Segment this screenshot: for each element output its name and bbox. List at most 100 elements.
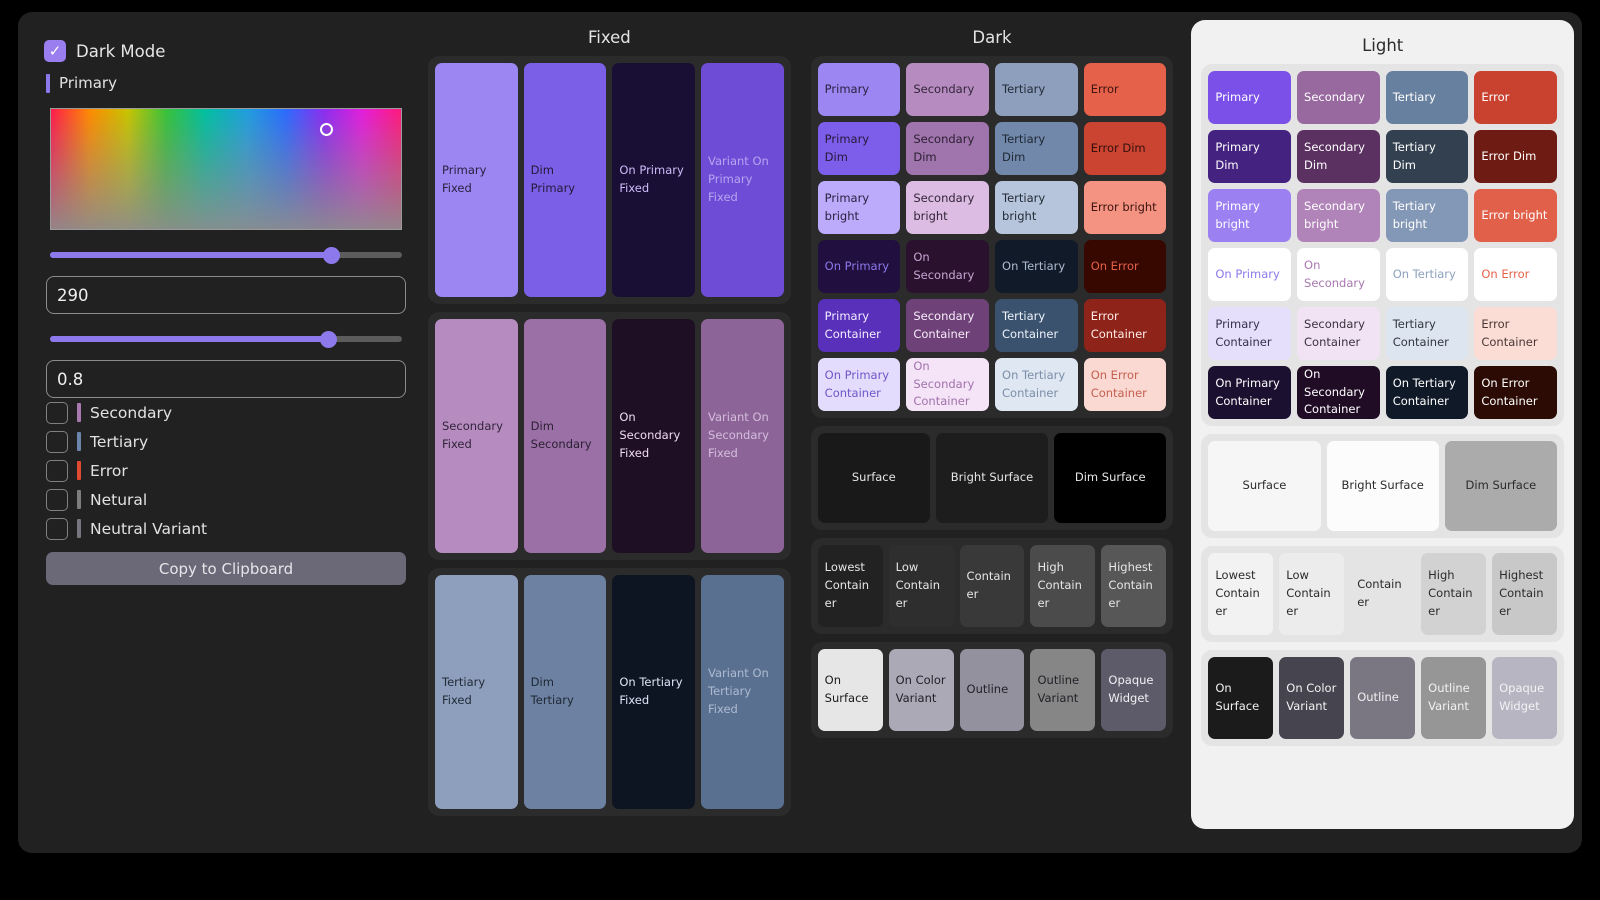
swatch-on-primary-fixed[interactable]: On Primary Fixed <box>612 63 696 297</box>
swatch-on-tertiary-container[interactable]: On Tertiary Container <box>995 358 1078 411</box>
swatch-on-error-container[interactable]: On Error Container <box>1474 366 1558 419</box>
dark-mode-checkbox[interactable]: ✓ <box>44 40 66 62</box>
swatch-on-primary[interactable]: On Primary <box>817 240 901 293</box>
swatch-error-container[interactable]: Error Container <box>1083 299 1167 352</box>
swatch-tertiary-bright[interactable]: Tertiary bright <box>995 181 1078 234</box>
swatch-on-secondary-container[interactable]: On Secondary Container <box>1297 366 1380 419</box>
swatch-container[interactable]: Container <box>959 545 1025 627</box>
swatch-tertiary-fixed[interactable]: Tertiary Fixed <box>435 575 518 809</box>
swatch-tertiary-dim[interactable]: Tertiary Dim <box>995 122 1078 175</box>
swatch-dim-secondary[interactable]: Dim Secondary <box>523 319 607 553</box>
swatch-primary-bright[interactable]: Primary bright <box>817 181 901 234</box>
swatch-error-bright[interactable]: Error bright <box>1083 181 1167 234</box>
swatch-on-surface[interactable]: On Surface <box>817 649 883 731</box>
swatch-dim-tertiary[interactable]: Dim Tertiary <box>523 575 607 809</box>
hue-slider-thumb[interactable] <box>323 247 341 264</box>
swatch-on-tertiary-container[interactable]: On Tertiary Container <box>1385 366 1469 419</box>
swatch-high-container[interactable]: High Container <box>1421 553 1487 635</box>
swatch-on-secondary[interactable]: On Secondary <box>1297 248 1380 301</box>
swatch-lowest-container[interactable]: Lowest Container <box>1208 553 1274 635</box>
swatch-on-error[interactable]: On Error <box>1083 240 1167 293</box>
swatch-on-secondary-fixed[interactable]: On Secondary Fixed <box>612 319 696 553</box>
swatch-on-tertiary-fixed[interactable]: On Tertiary Fixed <box>612 575 696 809</box>
swatch-bright-surface[interactable]: Bright Surface <box>935 433 1049 523</box>
chroma-slider[interactable] <box>50 330 402 348</box>
option-row-secondary[interactable]: Secondary <box>46 398 406 427</box>
swatch-secondary-bright[interactable]: Secondary bright <box>1297 189 1380 242</box>
swatch-secondary-dim[interactable]: Secondary Dim <box>906 122 990 175</box>
swatch-primary-bright[interactable]: Primary bright <box>1208 189 1292 242</box>
swatch-tertiary-dim[interactable]: Tertiary Dim <box>1385 130 1469 183</box>
swatch-error-dim[interactable]: Error Dim <box>1474 130 1558 183</box>
chroma-slider-thumb[interactable] <box>319 331 337 348</box>
swatch-low-container[interactable]: Low Container <box>888 545 954 627</box>
swatch-outline[interactable]: Outline <box>1350 657 1416 739</box>
swatch-on-color-variant[interactable]: On Color Variant <box>888 649 954 731</box>
swatch-on-primary-container[interactable]: On Primary Container <box>1208 366 1292 419</box>
swatch-on-tertiary[interactable]: On Tertiary <box>1385 248 1469 301</box>
saturation-value-picker[interactable] <box>50 108 402 230</box>
swatch-error-dim[interactable]: Error Dim <box>1083 122 1167 175</box>
swatch-primary-dim[interactable]: Primary Dim <box>1208 130 1292 183</box>
swatch-surface[interactable]: Surface <box>817 433 930 523</box>
swatch-secondary-fixed[interactable]: Secondary Fixed <box>435 319 518 553</box>
chroma-input[interactable]: 0.8 <box>46 360 406 398</box>
option-checkbox-3[interactable] <box>46 488 68 511</box>
swatch-primary[interactable]: Primary <box>817 63 901 116</box>
option-checkbox-4[interactable] <box>46 517 68 540</box>
hue-slider[interactable] <box>50 246 402 264</box>
option-checkbox-1[interactable] <box>46 430 68 453</box>
swatch-primary-fixed[interactable]: Primary Fixed <box>435 63 518 297</box>
swatch-variant-on-primary-fixed[interactable]: Variant On Primary Fixed <box>701 63 784 297</box>
dark-mode-row[interactable]: ✓ Dark Mode <box>44 38 406 64</box>
swatch-outline-variant[interactable]: Outline Variant <box>1030 649 1096 731</box>
swatch-variant-on-secondary-fixed[interactable]: Variant On Secondary Fixed <box>701 319 784 553</box>
swatch-secondary-container[interactable]: Secondary Container <box>906 299 990 352</box>
swatch-on-color-variant[interactable]: On Color Variant <box>1279 657 1345 739</box>
swatch-dim-surface[interactable]: Dim Surface <box>1054 433 1167 523</box>
picker-handle[interactable] <box>319 122 333 136</box>
swatch-on-error-container[interactable]: On Error Container <box>1083 358 1167 411</box>
swatch-secondary-container[interactable]: Secondary Container <box>1297 307 1380 360</box>
swatch-secondary-bright[interactable]: Secondary bright <box>906 181 990 234</box>
swatch-variant-on-tertiary-fixed[interactable]: Variant On Tertiary Fixed <box>701 575 784 809</box>
swatch-error[interactable]: Error <box>1474 71 1558 124</box>
option-row-neutral-variant[interactable]: Neutral Variant <box>46 514 406 543</box>
option-row-tertiary[interactable]: Tertiary <box>46 427 406 456</box>
swatch-lowest-container[interactable]: Lowest Container <box>817 545 883 627</box>
swatch-tertiary[interactable]: Tertiary <box>995 63 1078 116</box>
hue-input[interactable]: 290 <box>46 276 406 314</box>
swatch-on-error[interactable]: On Error <box>1474 248 1558 301</box>
copy-to-clipboard-button[interactable]: Copy to Clipboard <box>46 552 406 585</box>
swatch-tertiary-container[interactable]: Tertiary Container <box>1385 307 1469 360</box>
option-row-error[interactable]: Error <box>46 456 406 485</box>
swatch-surface[interactable]: Surface <box>1208 441 1321 531</box>
swatch-secondary-dim[interactable]: Secondary Dim <box>1297 130 1380 183</box>
swatch-highest-container[interactable]: Highest Container <box>1492 553 1558 635</box>
swatch-high-container[interactable]: High Container <box>1030 545 1096 627</box>
swatch-outline[interactable]: Outline <box>959 649 1025 731</box>
swatch-error-bright[interactable]: Error bright <box>1474 189 1558 242</box>
swatch-on-surface[interactable]: On Surface <box>1208 657 1274 739</box>
swatch-error-container[interactable]: Error Container <box>1474 307 1558 360</box>
option-row-netural[interactable]: Netural <box>46 485 406 514</box>
option-checkbox-2[interactable] <box>46 459 68 482</box>
swatch-tertiary[interactable]: Tertiary <box>1385 71 1469 124</box>
swatch-on-secondary-container[interactable]: On Secondary Container <box>906 358 990 411</box>
swatch-primary-container[interactable]: Primary Container <box>1208 307 1292 360</box>
swatch-primary[interactable]: Primary <box>1208 71 1292 124</box>
swatch-container[interactable]: Container <box>1350 553 1416 635</box>
swatch-opaque-widget[interactable]: Opaque Widget <box>1101 649 1167 731</box>
swatch-on-tertiary[interactable]: On Tertiary <box>995 240 1078 293</box>
swatch-low-container[interactable]: Low Container <box>1279 553 1345 635</box>
swatch-tertiary-container[interactable]: Tertiary Container <box>995 299 1078 352</box>
swatch-tertiary-bright[interactable]: Tertiary bright <box>1385 189 1469 242</box>
swatch-on-primary-container[interactable]: On Primary Container <box>817 358 901 411</box>
swatch-outline-variant[interactable]: Outline Variant <box>1421 657 1487 739</box>
option-checkbox-0[interactable] <box>46 401 68 424</box>
swatch-error[interactable]: Error <box>1083 63 1167 116</box>
swatch-dim-surface[interactable]: Dim Surface <box>1444 441 1557 531</box>
swatch-primary-dim[interactable]: Primary Dim <box>817 122 901 175</box>
swatch-on-primary[interactable]: On Primary <box>1208 248 1292 301</box>
swatch-dim-primary[interactable]: Dim Primary <box>523 63 607 297</box>
